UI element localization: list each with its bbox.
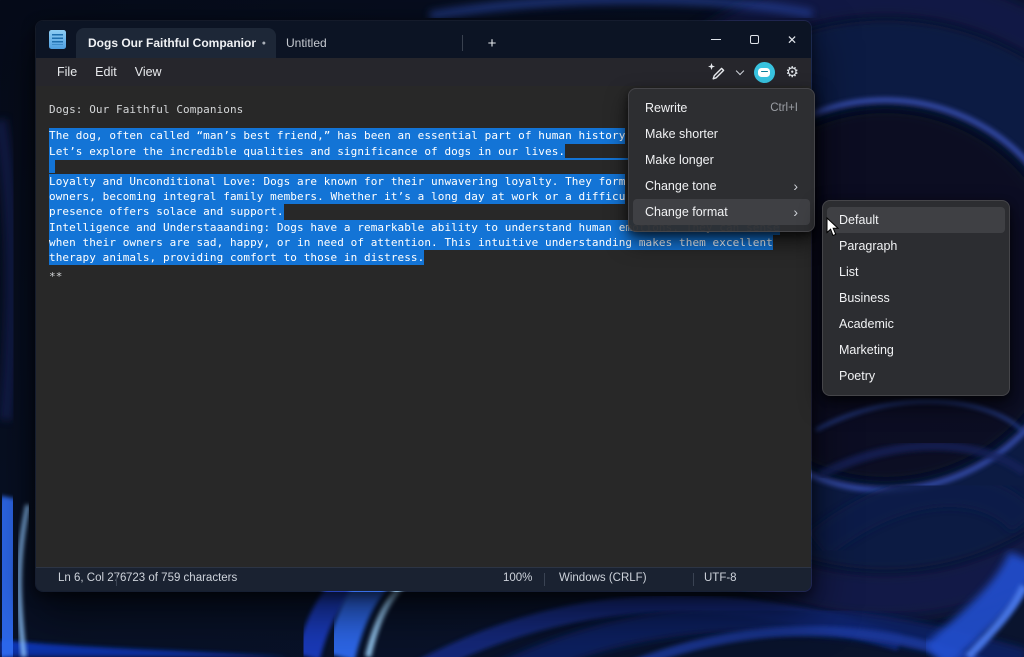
menu-item[interactable]: Rewrite Ctrl+I xyxy=(633,95,810,121)
menu-item-label: Change tone xyxy=(645,179,793,193)
rewrite-menu: Rewrite Ctrl+I Make shorter Make longer … xyxy=(628,88,815,232)
submenu-item[interactable]: Poetry xyxy=(827,363,1005,389)
editor-line: therapy animals, providing comfort to th… xyxy=(49,250,780,265)
new-tab-button[interactable]: + xyxy=(475,30,509,56)
mouse-cursor xyxy=(826,217,840,243)
submenu-item-label: Business xyxy=(839,291,993,305)
close-icon: ✕ xyxy=(787,34,797,46)
minimize-icon xyxy=(711,39,721,40)
menu-view[interactable]: View xyxy=(126,61,171,83)
chevron-down-icon[interactable] xyxy=(735,66,743,74)
menu-item-shortcut: Ctrl+I xyxy=(770,102,798,114)
copilot-icon[interactable] xyxy=(754,62,775,83)
menu-item-label: Make shorter xyxy=(645,127,798,141)
submenu-item[interactable]: Academic xyxy=(827,311,1005,337)
submenu-chevron-icon: › xyxy=(793,205,798,219)
copilot-glyph xyxy=(758,68,770,77)
status-bar: Ln 6, Col 276 723 of 759 characters 100%… xyxy=(36,567,811,591)
menu-item-label: Make longer xyxy=(645,153,798,167)
submenu-item-label: Paragraph xyxy=(839,239,993,253)
menu-item[interactable]: Change format › xyxy=(633,199,810,225)
submenu-item-label: Academic xyxy=(839,317,993,331)
menu-file[interactable]: File xyxy=(48,61,86,83)
minimize-button[interactable] xyxy=(697,21,735,58)
unsaved-indicator-dot: ● xyxy=(262,40,266,47)
editor-line: ** xyxy=(49,265,780,280)
submenu-chevron-icon: › xyxy=(793,179,798,193)
encoding[interactable]: UTF-8 xyxy=(704,572,737,584)
selected-text: The dog, often called “man’s best friend… xyxy=(49,128,625,143)
menu-item[interactable]: Make longer xyxy=(633,147,810,173)
window-controls: ✕ xyxy=(697,21,811,58)
menu-item-label: Rewrite xyxy=(645,101,770,115)
maximize-icon xyxy=(750,35,759,44)
tab-label: Untitled xyxy=(286,36,327,50)
tab-dogs-our-faithful-companions[interactable]: Dogs Our Faithful Companions ● xyxy=(76,28,276,58)
status-separator xyxy=(116,573,117,586)
status-separator xyxy=(693,573,694,586)
menu-edit[interactable]: Edit xyxy=(86,61,126,83)
settings-gear-icon[interactable]: ⚙ xyxy=(786,65,799,80)
submenu-item-label: Default xyxy=(839,213,993,227)
close-button[interactable]: ✕ xyxy=(773,21,811,58)
zoom-level[interactable]: 100% xyxy=(503,572,532,584)
selected-text: therapy animals, providing comfort to th… xyxy=(49,250,424,265)
submenu-item[interactable]: Business xyxy=(827,285,1005,311)
selected-text: Let’s explore the incredible qualities a… xyxy=(49,144,565,159)
submenu-item-label: List xyxy=(839,265,993,279)
status-separator xyxy=(544,573,545,586)
menu-item-label: Change format xyxy=(645,205,793,219)
line-text: ** xyxy=(49,270,62,283)
line-ending[interactable]: Windows (CRLF) xyxy=(559,572,647,584)
selected-text: when their owners are sad, happy, or in … xyxy=(49,235,773,250)
change-format-submenu: Default Paragraph List Business Academic… xyxy=(822,200,1010,396)
submenu-item[interactable]: Paragraph xyxy=(827,233,1005,259)
selected-text: presence offers solace and support. xyxy=(49,204,284,219)
tab-separator xyxy=(462,35,463,51)
submenu-item-label: Marketing xyxy=(839,343,993,357)
toolbar-right: ⚙ xyxy=(706,58,799,86)
submenu-item[interactable]: Marketing xyxy=(827,337,1005,363)
rewrite-pen-sparkle-icon[interactable] xyxy=(706,62,726,82)
editor-line: when their owners are sad, happy, or in … xyxy=(49,235,780,250)
notepad-app-icon xyxy=(49,30,66,49)
tab-label: Dogs Our Faithful Companions xyxy=(88,36,256,50)
selected-text: owners, becoming integral family members… xyxy=(49,189,625,204)
submenu-item[interactable]: Default xyxy=(827,207,1005,233)
maximize-button[interactable] xyxy=(735,21,773,58)
selected-text: Loyalty and Unconditional Love: Dogs are… xyxy=(49,174,625,189)
menu-item[interactable]: Make shorter xyxy=(633,121,810,147)
title-bar[interactable]: Dogs Our Faithful Companions ● Untitled … xyxy=(36,21,811,58)
menu-bar: File Edit View ⚙ xyxy=(36,58,811,86)
submenu-item-label: Poetry xyxy=(839,369,993,383)
tab-untitled[interactable]: Untitled xyxy=(276,28,462,58)
submenu-item[interactable]: List xyxy=(827,259,1005,285)
character-count: 723 of 759 characters xyxy=(126,572,237,584)
menu-item[interactable]: Change tone › xyxy=(633,173,810,199)
